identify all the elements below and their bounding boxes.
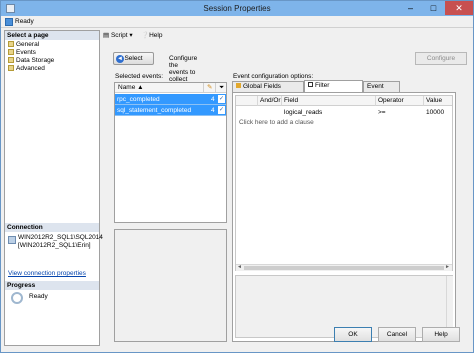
page-data-storage[interactable]: Data Storage bbox=[8, 57, 54, 65]
page-events[interactable]: Events bbox=[8, 49, 36, 57]
page-icon bbox=[8, 41, 14, 47]
progress-header: Progress bbox=[5, 281, 99, 290]
event-row[interactable]: rpc_completed 4 ✓ bbox=[115, 94, 226, 105]
ok-button[interactable]: OK bbox=[334, 327, 372, 342]
horizontal-scrollbar[interactable]: ◄ ► bbox=[236, 264, 452, 271]
filter-check-icon: ✓ bbox=[218, 106, 225, 114]
session-properties-window: Session Properties – □ ✕ Ready Select a … bbox=[0, 0, 474, 353]
column-name-label: Name bbox=[118, 84, 136, 91]
page-icon bbox=[8, 57, 14, 63]
clause-operator-cell[interactable]: >= bbox=[378, 108, 386, 117]
connection-server: WIN2012R2_SQL1\SQL2014 bbox=[18, 234, 103, 241]
grid-header-and-or[interactable]: And/Or bbox=[258, 96, 282, 106]
column-header-filter[interactable]: ⏷ bbox=[216, 83, 226, 93]
actions-icon bbox=[236, 83, 241, 88]
grid-header-value[interactable]: Value bbox=[424, 96, 452, 106]
info-icon bbox=[5, 18, 13, 26]
grid-header-field[interactable]: Field bbox=[282, 96, 376, 106]
close-button[interactable]: ✕ bbox=[445, 1, 473, 15]
scrollbar-thumb[interactable] bbox=[244, 266, 444, 270]
column-header-actions[interactable]: ✎ bbox=[204, 83, 216, 93]
script-label: Script bbox=[110, 32, 128, 39]
left-pane: Select a page General Events Data Storag… bbox=[4, 30, 103, 346]
sort-arrow-icon: ▲ bbox=[137, 84, 144, 91]
toolbar: ▤ Script ▾ ❔Help bbox=[101, 29, 473, 42]
filter-icon bbox=[308, 82, 313, 87]
script-icon: ▤ bbox=[103, 32, 111, 39]
predicate-grid: And/Or Field Operator Value logical_read… bbox=[235, 95, 453, 271]
event-description-panel bbox=[114, 229, 227, 342]
select-label: Select bbox=[124, 55, 143, 62]
help-label: Help bbox=[149, 32, 163, 39]
dropdown-arrow-icon: ▾ bbox=[129, 32, 133, 39]
clause-field-cell[interactable]: logical_reads bbox=[284, 108, 322, 117]
status-bar: Ready bbox=[1, 16, 473, 28]
help-icon: ❔ bbox=[141, 32, 150, 39]
scroll-right-icon[interactable]: ► bbox=[445, 264, 450, 270]
status-text: Ready bbox=[15, 18, 34, 25]
event-config-label: Event configuration options: bbox=[233, 73, 314, 80]
event-name: rpc_completed bbox=[117, 96, 160, 103]
select-button[interactable]: ◄ Select bbox=[113, 52, 154, 65]
server-icon bbox=[8, 236, 16, 244]
minimize-button[interactable]: – bbox=[399, 1, 422, 15]
event-row[interactable]: sql_statement_completed 4 ✓ bbox=[115, 105, 226, 116]
page-label: Advanced bbox=[16, 65, 45, 72]
page-icon bbox=[8, 49, 14, 55]
tab-filter-predicate[interactable]: Filter (Predicate) bbox=[304, 80, 363, 99]
tab-global-fields[interactable]: Global Fields (Actions) bbox=[232, 81, 304, 100]
clause-value-cell[interactable]: 10000 bbox=[426, 108, 444, 117]
cancel-button[interactable]: Cancel bbox=[378, 327, 416, 342]
selected-events-label: Selected events: bbox=[115, 73, 164, 80]
filter-check-icon: ✓ bbox=[218, 95, 225, 103]
maximize-button[interactable]: □ bbox=[422, 1, 445, 15]
filter-panel: And/Or Field Operator Value logical_read… bbox=[232, 92, 456, 342]
add-clause-hint[interactable]: Click here to add a clause bbox=[239, 119, 314, 126]
view-connection-properties-link[interactable]: View connection properties bbox=[8, 270, 86, 277]
page-label: Events bbox=[16, 49, 36, 56]
select-page-header: Select a page bbox=[5, 31, 99, 40]
configure-button[interactable]: Configure bbox=[415, 52, 467, 65]
grid-header-operator[interactable]: Operator bbox=[376, 96, 424, 106]
page-general[interactable]: General bbox=[8, 41, 39, 49]
selected-events-table: Name ▲ ✎ ⏷ rpc_completed 4 ✓ sql_stateme… bbox=[114, 82, 227, 223]
help-button[interactable]: Help bbox=[422, 327, 460, 342]
scroll-left-icon[interactable]: ◄ bbox=[237, 264, 242, 270]
title-bar: Session Properties – □ ✕ bbox=[1, 1, 473, 16]
page-advanced[interactable]: Advanced bbox=[8, 65, 45, 73]
event-action-count: 4 bbox=[211, 107, 215, 114]
connection-header: Connection bbox=[5, 223, 99, 232]
page-label: Data Storage bbox=[16, 57, 55, 64]
event-name: sql_statement_completed bbox=[117, 107, 192, 114]
progress-text: Ready bbox=[29, 293, 48, 300]
back-arrow-icon: ◄ bbox=[116, 55, 124, 63]
page-label: General bbox=[16, 41, 40, 48]
connection-user: [WIN2012R2_SQL1\Erin] bbox=[18, 242, 91, 249]
grid-row-header bbox=[236, 96, 258, 106]
page-icon bbox=[8, 65, 14, 71]
tab-event-fields[interactable]: Event Fields bbox=[363, 81, 400, 100]
progress-spinner-icon bbox=[11, 292, 23, 304]
script-button[interactable]: ▤ Script ▾ bbox=[103, 31, 133, 40]
event-action-count: 4 bbox=[211, 96, 215, 103]
help-toolbar-button[interactable]: ❔Help bbox=[141, 31, 162, 40]
column-header-name[interactable]: Name ▲ bbox=[115, 83, 204, 93]
